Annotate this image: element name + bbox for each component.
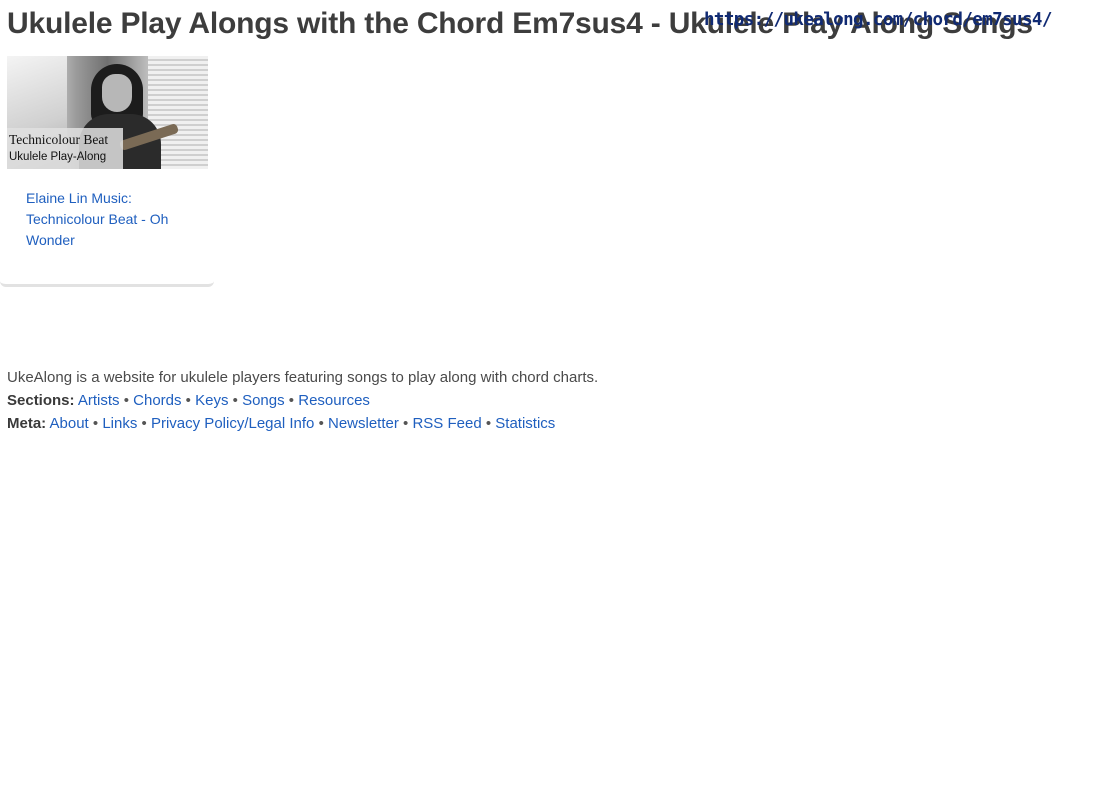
separator: • <box>232 392 238 409</box>
meta-link-about[interactable]: About <box>50 415 89 432</box>
site-footer: UkeAlong is a website for ukulele player… <box>7 366 598 435</box>
separator: • <box>92 415 99 432</box>
thumbnail-person-face <box>102 74 132 112</box>
separator: • <box>185 392 191 409</box>
meta-nav: Meta: About • Links • Privacy Policy/Leg… <box>7 412 598 435</box>
site-description: UkeAlong is a website for ukulele player… <box>7 369 599 386</box>
meta-label: Meta: <box>7 415 47 432</box>
sections-label: Sections: <box>7 392 75 409</box>
meta-link-newsletter[interactable]: Newsletter <box>328 415 399 432</box>
song-card: Technicolour Beat Ukulele Play-Along Ela… <box>0 54 214 287</box>
video-thumbnail[interactable]: Technicolour Beat Ukulele Play-Along <box>7 56 208 169</box>
song-link[interactable]: Elaine Lin Music: Technicolour Beat - Oh… <box>26 188 191 251</box>
nav-link-keys[interactable]: Keys <box>195 392 228 409</box>
meta-link-statistics[interactable]: Statistics <box>495 415 555 432</box>
separator: • <box>141 415 147 432</box>
meta-link-privacy[interactable]: Privacy Policy/Legal Info <box>151 415 314 432</box>
meta-link-rss-feed[interactable]: RSS Feed <box>412 415 481 432</box>
sections-nav: Sections: Artists • Chords • Keys • Song… <box>7 389 598 412</box>
separator: • <box>318 415 324 432</box>
separator: • <box>288 392 295 409</box>
meta-link-links[interactable]: Links <box>102 415 137 432</box>
nav-link-songs[interactable]: Songs <box>242 392 285 409</box>
thumbnail-caption-title: Technicolour Beat <box>9 132 109 147</box>
separator: • <box>123 392 129 409</box>
separator: • <box>485 415 492 432</box>
nav-link-artists[interactable]: Artists <box>78 392 120 409</box>
page: Ukulele Play Alongs with the Chord Em7su… <box>0 0 1100 807</box>
nav-link-resources[interactable]: Resources <box>298 392 370 409</box>
thumbnail-caption-subtitle: Ukulele Play-Along <box>9 151 107 163</box>
nav-link-chords[interactable]: Chords <box>133 392 181 409</box>
url-overlay: https://ukealong.com/chord/em7sus4/ <box>704 10 1052 30</box>
separator: • <box>403 415 409 432</box>
